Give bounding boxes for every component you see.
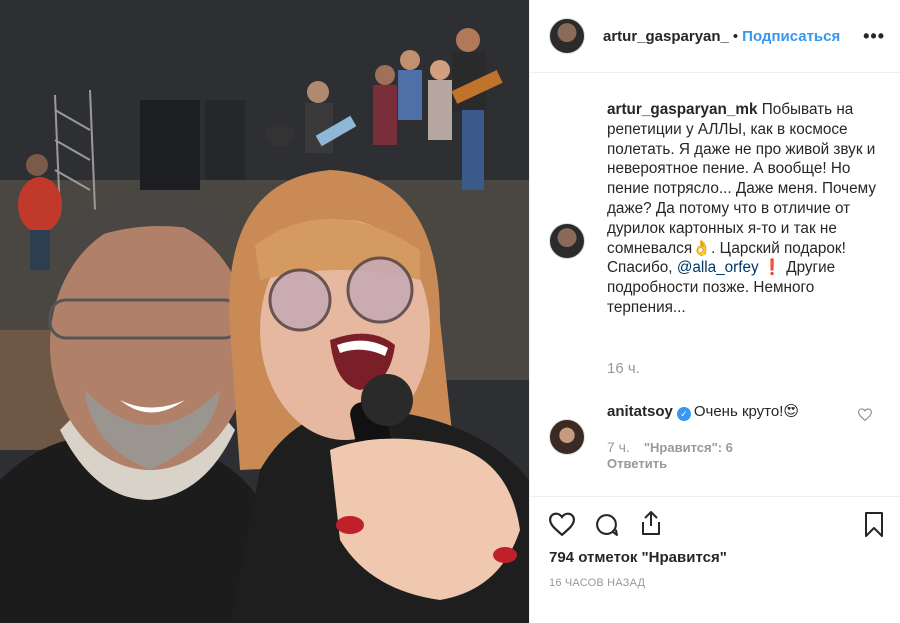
comment-body: Очень круто! — [693, 403, 784, 420]
ok-hand-emoji: 👌 — [692, 239, 712, 257]
heart-eyes-emoji: 😍 — [783, 403, 800, 420]
follow-button[interactable]: Подписаться — [742, 28, 840, 45]
bookmark-icon[interactable] — [864, 512, 884, 537]
heart-icon[interactable] — [549, 512, 575, 536]
comment-text: anitatsoy ✓ Очень круто!😍 — [607, 402, 799, 421]
caption-author-avatar[interactable] — [549, 223, 585, 259]
commenter-avatar[interactable] — [549, 419, 585, 455]
instagram-post: artur_gasparyan_ • Подписаться ••• artur… — [0, 0, 900, 623]
comments-area: artur_gasparyan_mk Побывать на репетиции… — [530, 73, 900, 496]
author-avatar[interactable] — [549, 18, 585, 54]
more-options-icon[interactable]: ••• — [863, 26, 885, 47]
header-separator: • — [732, 27, 739, 45]
comment-icon[interactable] — [594, 512, 619, 537]
comment-likes[interactable]: "Нравится": 6 — [644, 440, 733, 455]
caption-text-part1: Побывать на репетиции у АЛЛЫ, как в косм… — [607, 101, 876, 257]
comment-meta: 7 ч. "Нравится": 6 — [607, 439, 733, 455]
post-side-panel: artur_gasparyan_ • Подписаться ••• artur… — [529, 0, 900, 623]
caption-text: artur_gasparyan_mk Побывать на репетиции… — [607, 100, 877, 318]
header-username[interactable]: artur_gasparyan_ — [603, 28, 729, 45]
post-photo[interactable] — [0, 0, 529, 623]
comment-time[interactable]: 7 ч. — [607, 439, 630, 455]
mention-link[interactable]: @alla_orfey — [677, 259, 759, 276]
post-header: artur_gasparyan_ • Подписаться ••• — [530, 0, 900, 73]
commenter-username[interactable]: anitatsoy — [607, 403, 673, 420]
posted-time: 16 ЧАСОВ НАЗАД — [549, 577, 646, 589]
likes-count[interactable]: 794 отметок "Нравится" — [549, 549, 727, 566]
selfie-photo-illustration — [0, 0, 529, 623]
share-icon[interactable] — [639, 510, 663, 536]
caption-author[interactable]: artur_gasparyan_mk — [607, 101, 758, 118]
comment-like-heart-icon[interactable] — [858, 408, 872, 421]
exclamation-emoji: ❗ — [762, 259, 782, 277]
action-bar: 794 отметок "Нравится" 16 ЧАСОВ НАЗАД — [530, 496, 900, 623]
caption-time[interactable]: 16 ч. — [607, 360, 640, 377]
reply-button[interactable]: Ответить — [607, 456, 667, 471]
verified-badge-icon: ✓ — [676, 407, 691, 421]
